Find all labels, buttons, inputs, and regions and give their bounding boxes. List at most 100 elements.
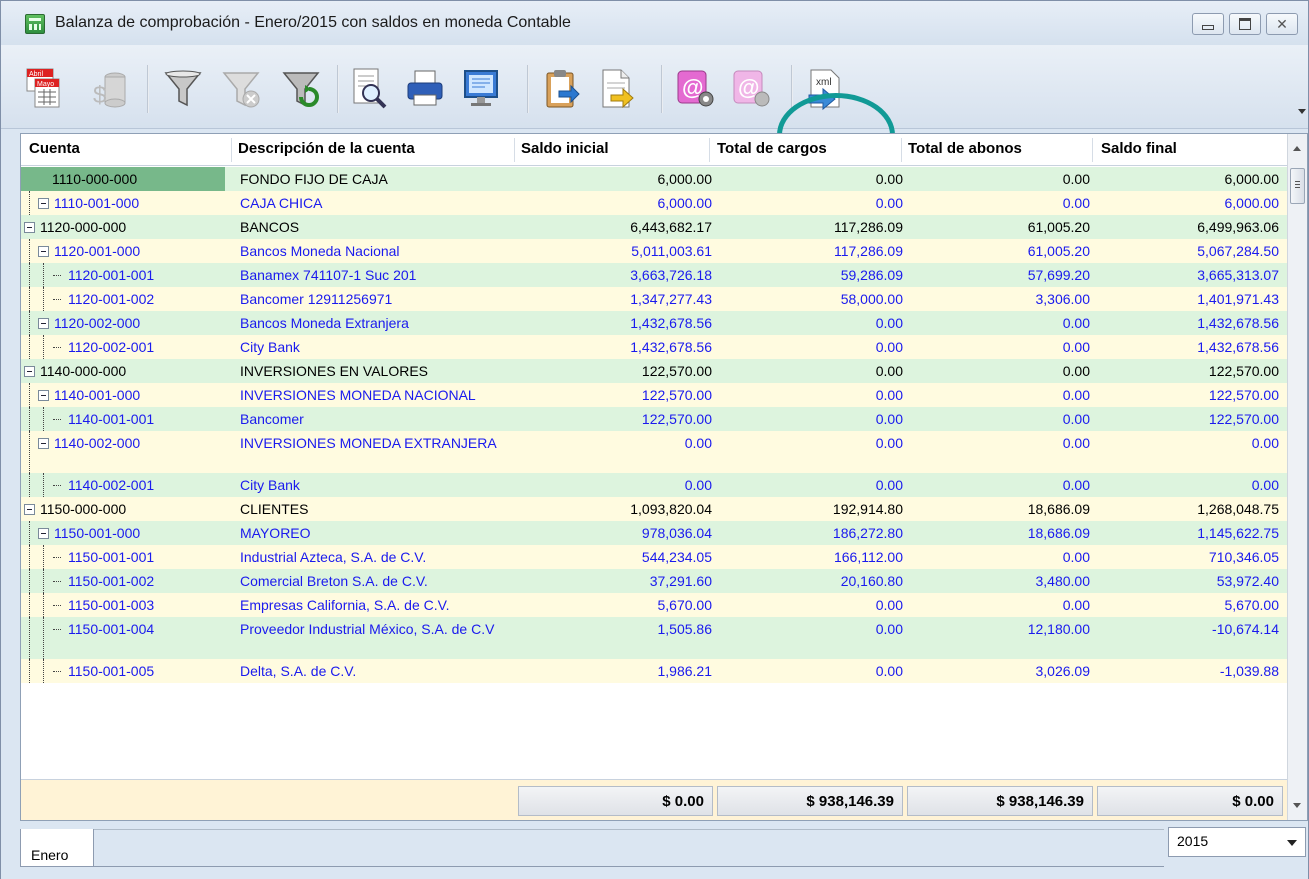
- filter-clear-icon[interactable]: [221, 67, 261, 111]
- cell-saldo-inicial: 5,670.00: [657, 597, 713, 613]
- coins-icon[interactable]: $: [89, 67, 129, 111]
- tree-expand-icon[interactable]: [24, 366, 35, 377]
- preview-icon[interactable]: [349, 67, 389, 111]
- col-saldo-inicial[interactable]: Saldo inicial: [521, 140, 609, 157]
- col-total-cargos[interactable]: Total de cargos: [717, 140, 827, 157]
- table-row[interactable]: 1120-001-001 Banamex 741107-1 Suc 201 3,66…: [21, 263, 1287, 287]
- table-row[interactable]: 1110-001-000 CAJA CHICA 6,000.00 0.00 0.00 6,…: [21, 191, 1287, 215]
- cell-cuenta: 1140-001-000: [54, 387, 141, 403]
- calendar-month-label-1: Abril: [29, 71, 43, 78]
- tree-guide-line: [29, 263, 30, 287]
- tree-expand-icon[interactable]: [38, 198, 49, 209]
- table-row[interactable]: 1150-001-003 Empresas California, S.A. de…: [21, 593, 1287, 617]
- filter-icon[interactable]: [163, 67, 203, 111]
- cell-descripcion: City Bank: [240, 339, 300, 355]
- cell-saldo-inicial: 1,432,678.56: [630, 315, 712, 331]
- scroll-thumb[interactable]: [1290, 168, 1305, 204]
- tree-branch-line: [53, 275, 61, 276]
- tree-expand-icon[interactable]: [24, 504, 35, 515]
- table-row[interactable]: 1140-000-000 INVERSIONES EN VALORES 122,57…: [21, 359, 1287, 383]
- col-cuenta[interactable]: Cuenta: [29, 140, 80, 157]
- table-row[interactable]: 1120-002-000 Bancos Moneda Extranjera 1,43…: [21, 311, 1287, 335]
- table-row[interactable]: 1120-002-001 City Bank 1,432,678.56 0.00 0.0…: [21, 335, 1287, 359]
- cell-total-abonos: 0.00: [1062, 597, 1090, 613]
- col-divider: [709, 138, 710, 162]
- tree-guide-line: [29, 659, 30, 683]
- cell-saldo-final: 6,499,963.06: [1197, 219, 1279, 235]
- cell-saldo-inicial: 6,000.00: [657, 195, 713, 211]
- cell-total-abonos: 3,306.00: [1035, 291, 1091, 307]
- tree-guide-line: [29, 431, 30, 473]
- tree-expand-icon[interactable]: [38, 528, 49, 539]
- table-row[interactable]: 1120-000-000 BANCOS 6,443,682.17 117,286.09…: [21, 215, 1287, 239]
- email-config-icon[interactable]: @: [675, 67, 715, 111]
- tree-expand-icon[interactable]: [38, 246, 49, 257]
- cell-total-abonos: 0.00: [1062, 477, 1090, 493]
- col-divider: [514, 138, 515, 162]
- vertical-scrollbar[interactable]: [1287, 134, 1307, 820]
- cell-total-cargos: 0.00: [875, 435, 903, 451]
- bottom-bar: Enero 2015: [1, 823, 1308, 879]
- close-button[interactable]: ✕: [1266, 13, 1298, 35]
- cell-total-abonos: 0.00: [1062, 363, 1090, 379]
- cell-total-abonos: 3,026.09: [1035, 663, 1091, 679]
- table-row[interactable]: 1140-002-000 INVERSIONES MONEDA EXTRANJER…: [21, 431, 1287, 473]
- tree-branch-line: [53, 485, 61, 486]
- minimize-button[interactable]: [1192, 13, 1224, 35]
- filter-refresh-icon[interactable]: [281, 67, 321, 111]
- tree-branch-line: [53, 671, 61, 672]
- cell-total-cargos: 0.00: [875, 621, 903, 637]
- cell-total-abonos: 0.00: [1062, 171, 1090, 187]
- table-row[interactable]: 1110-000-000 FONDO FIJO DE CAJA 6,000.00 0.…: [21, 167, 1287, 191]
- cell-total-abonos: 0.00: [1062, 339, 1090, 355]
- tree-guide-line: [43, 407, 44, 431]
- tree-expand-icon[interactable]: [38, 438, 49, 449]
- table-row[interactable]: 1150-001-000 MAYOREO 978,036.04 186,272.80 1…: [21, 521, 1287, 545]
- cell-descripcion: MAYOREO: [240, 525, 311, 541]
- tree-expand-icon[interactable]: [38, 390, 49, 401]
- table-row[interactable]: 1120-001-002 Bancomer 12911256971 1,347,27…: [21, 287, 1287, 311]
- maximize-button[interactable]: [1229, 13, 1261, 35]
- cell-saldo-inicial: 5,011,003.61: [631, 243, 712, 259]
- tree-guide-line: [29, 383, 30, 407]
- cell-cuenta: 1150-001-005: [68, 663, 155, 679]
- year-select[interactable]: 2015: [1168, 827, 1306, 857]
- tree-expand-icon[interactable]: [24, 222, 35, 233]
- table-row[interactable]: 1140-001-000 INVERSIONES MONEDA NACIONAL 1…: [21, 383, 1287, 407]
- cell-total-cargos: 186,272.80: [832, 525, 903, 541]
- table-row[interactable]: 1140-002-001 City Bank 0.00 0.00 0.00 0.00: [21, 473, 1287, 497]
- cell-saldo-final: 3,665,313.07: [1197, 267, 1279, 283]
- table-row[interactable]: 1120-001-000 Bancos Moneda Nacional 5,011,…: [21, 239, 1287, 263]
- calendar-icon[interactable]: Abril Mayo: [23, 67, 63, 111]
- col-total-abonos[interactable]: Total de abonos: [908, 140, 1022, 157]
- table-row[interactable]: 1150-001-004 Proveedor Industrial México,…: [21, 617, 1287, 659]
- col-descripcion[interactable]: Descripción de la cuenta: [238, 140, 415, 157]
- cell-descripcion: City Bank: [240, 477, 300, 493]
- cell-cuenta: 1120-002-001: [68, 339, 155, 355]
- scroll-up-icon[interactable]: [1293, 146, 1301, 151]
- col-saldo-final[interactable]: Saldo final: [1101, 140, 1177, 157]
- table-row[interactable]: 1150-001-005 Delta, S.A. de C.V. 1,986.21 0…: [21, 659, 1287, 683]
- clipboard-export-icon[interactable]: [541, 67, 581, 111]
- document-export-icon[interactable]: [597, 67, 637, 111]
- cell-total-abonos: 61,005.20: [1027, 243, 1090, 259]
- cell-saldo-final: 710,346.05: [1208, 549, 1279, 565]
- table-row[interactable]: 1140-001-001 Bancomer 122,570.00 0.00 0.00 12…: [21, 407, 1287, 431]
- table-row[interactable]: 1150-001-001 Industrial Azteca, S.A. de C…: [21, 545, 1287, 569]
- scroll-down-icon[interactable]: [1293, 803, 1301, 808]
- svg-text:$: $: [93, 82, 106, 109]
- tree-guide-line: [43, 659, 44, 683]
- print-icon[interactable]: [405, 67, 445, 111]
- cell-descripcion: Banamex 741107-1 Suc 201: [240, 267, 417, 283]
- account-grid[interactable]: Cuenta Descripción de la cuenta Saldo in…: [20, 133, 1308, 821]
- tab-enero[interactable]: Enero: [20, 829, 94, 867]
- tree-expand-icon[interactable]: [38, 318, 49, 329]
- toolbar-overflow-icon[interactable]: [1298, 109, 1306, 114]
- cell-saldo-inicial: 1,432,678.56: [630, 339, 712, 355]
- cell-total-cargos: 0.00: [875, 171, 903, 187]
- table-row[interactable]: 1150-001-002 Comercial Breton S.A. de C.V…: [21, 569, 1287, 593]
- table-row[interactable]: 1150-000-000 CLIENTES 1,093,820.04 192,914.…: [21, 497, 1287, 521]
- screen-icon[interactable]: [461, 67, 501, 111]
- email-send-icon[interactable]: @: [731, 67, 771, 111]
- cell-cuenta: 1120-001-000: [54, 243, 141, 259]
